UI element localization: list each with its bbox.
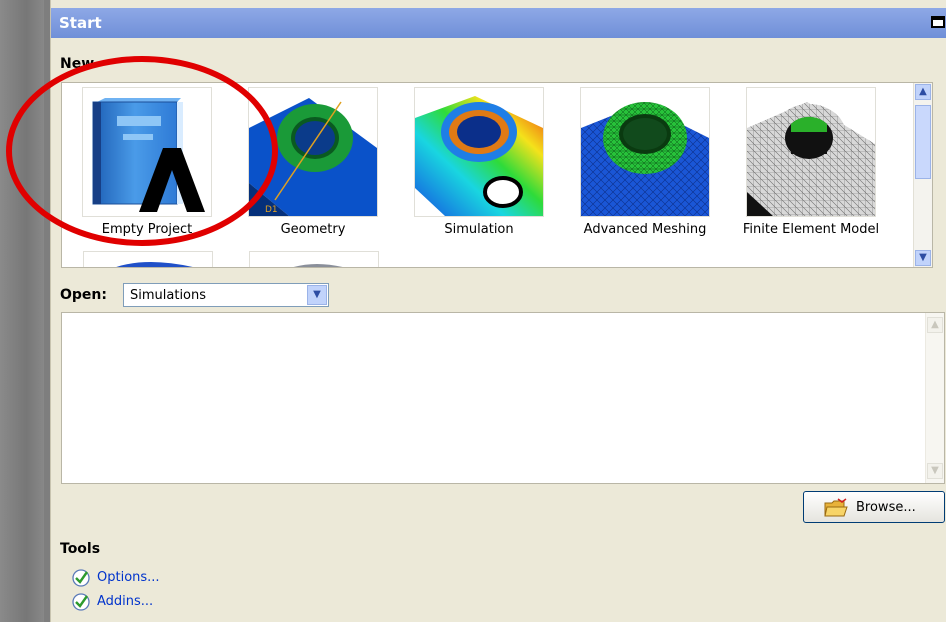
new-templates-list: Empty Project D1 Geometry Simulation Adv… — [61, 82, 933, 268]
start-panel: Start New Empty Project D1 Geometry Simu… — [50, 0, 946, 622]
new-section-label: New — [60, 56, 95, 72]
check-icon — [72, 569, 90, 587]
tools-section-label: Tools — [60, 541, 101, 557]
browse-button[interactable]: Browse... — [803, 491, 945, 523]
addins-label: Addins... — [97, 594, 154, 609]
folder-open-icon — [824, 498, 848, 517]
tile-advanced-meshing[interactable]: Advanced Meshing — [562, 87, 728, 237]
check-icon — [72, 593, 90, 611]
tile-label: Empty Project — [101, 222, 193, 237]
svg-text:D1: D1 — [265, 205, 278, 215]
partial-tile-thumbnail[interactable] — [249, 251, 379, 267]
tile-label: Advanced Meshing — [583, 222, 707, 237]
options-label: Options... — [97, 570, 160, 585]
tile-finite-element-model[interactable]: Finite Element Model — [728, 87, 894, 237]
partial-tile-thumbnail[interactable] — [83, 251, 213, 267]
empty-project-icon — [82, 87, 212, 217]
tile-label: Geometry — [280, 222, 346, 237]
advanced-meshing-icon — [580, 87, 710, 217]
tile-label: Simulation — [444, 222, 514, 237]
tile-label: Finite Element Model — [742, 222, 880, 237]
open-files-list[interactable]: ▲ ▼ — [61, 312, 945, 484]
open-section-label: Open: — [60, 287, 107, 303]
chevron-down-icon[interactable]: ▼ — [307, 285, 327, 305]
panel-title: Start — [59, 14, 102, 32]
tile-geometry[interactable]: D1 Geometry — [230, 87, 396, 237]
geometry-icon: D1 — [248, 87, 378, 217]
scroll-down-icon[interactable]: ▼ — [915, 250, 931, 266]
scroll-up-icon[interactable]: ▲ — [915, 84, 931, 100]
scroll-down-icon: ▼ — [927, 463, 943, 479]
open-type-dropdown[interactable]: Simulations ▼ — [123, 283, 329, 307]
left-frame-strip — [0, 0, 44, 622]
scroll-up-icon: ▲ — [927, 317, 943, 333]
tile-simulation[interactable]: Simulation — [396, 87, 562, 237]
simulation-icon — [414, 87, 544, 217]
new-list-scrollbar[interactable]: ▲ ▼ — [913, 83, 932, 267]
finite-element-model-icon — [746, 87, 876, 217]
scrollbar-thumb[interactable] — [915, 105, 931, 179]
maximize-icon[interactable] — [931, 16, 945, 28]
open-list-scrollbar: ▲ ▼ — [925, 313, 944, 483]
dropdown-value: Simulations — [130, 288, 207, 303]
panel-titlebar: Start — [51, 8, 946, 38]
tile-empty-project[interactable]: Empty Project — [64, 87, 230, 237]
browse-label: Browse... — [856, 500, 916, 515]
